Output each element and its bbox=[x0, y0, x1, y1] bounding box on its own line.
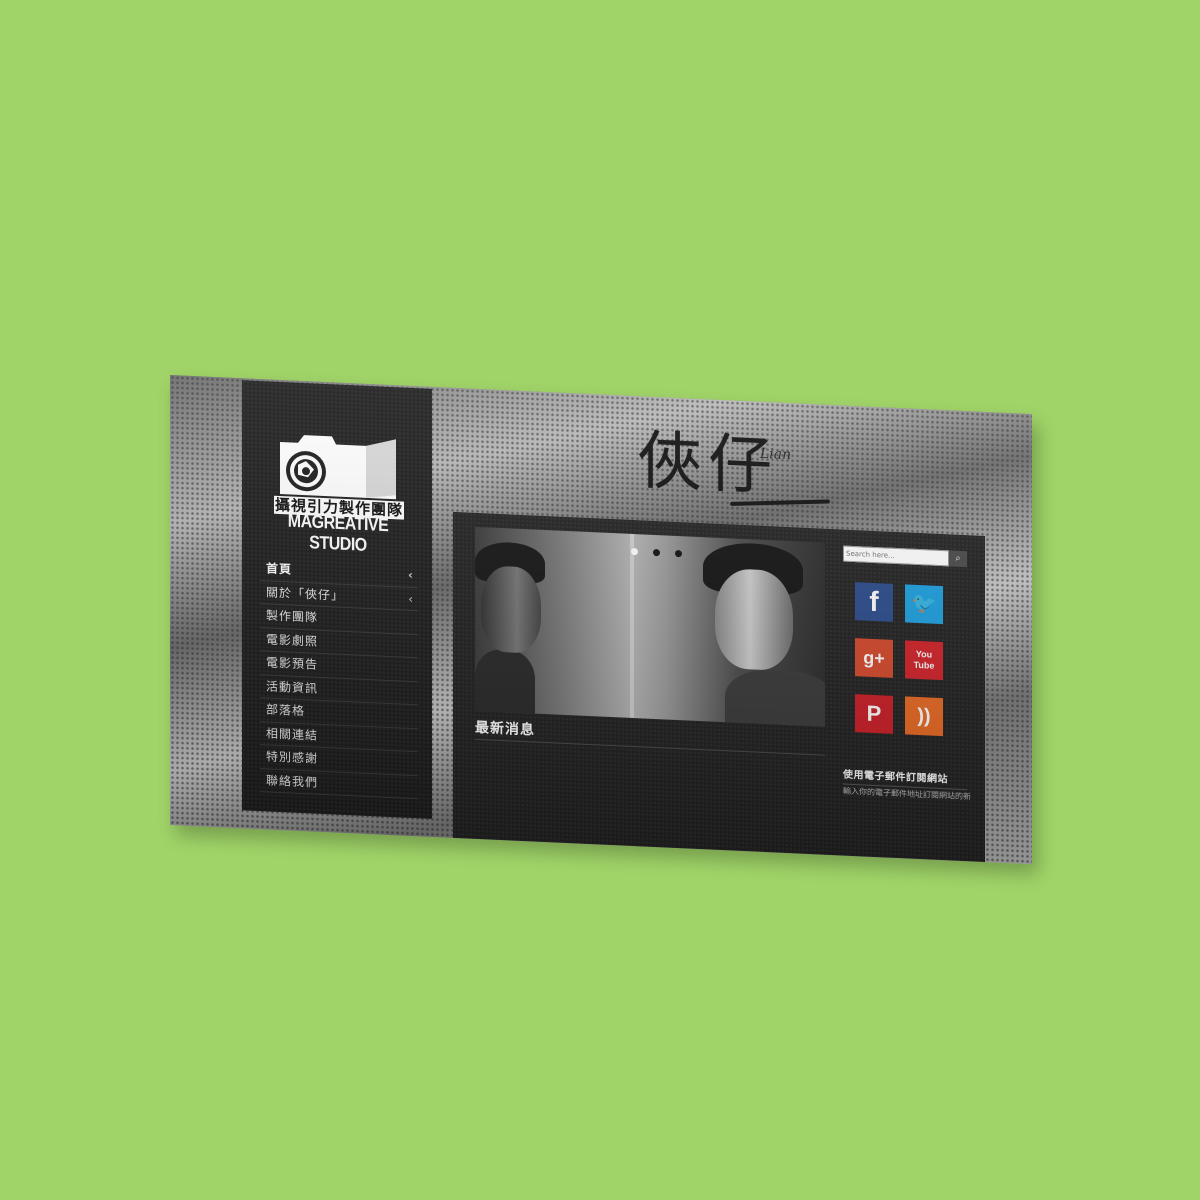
google-plus-icon[interactable]: g+ bbox=[855, 638, 893, 678]
slide-figure-reflection-face bbox=[481, 565, 541, 654]
nav-item-label: 首頁 bbox=[266, 561, 293, 577]
slider-dot[interactable] bbox=[653, 548, 660, 557]
twitter-icon[interactable]: 🐦 bbox=[905, 584, 943, 625]
search-icon: ⌕ bbox=[955, 553, 961, 564]
camera-icon bbox=[280, 435, 396, 500]
slide-figure bbox=[725, 668, 825, 727]
film-title-sub: Lian bbox=[760, 445, 792, 464]
chevron-left-icon: ‹ bbox=[408, 591, 414, 606]
slider-dot[interactable] bbox=[675, 549, 682, 558]
nav-item-label: 活動資訊 bbox=[266, 678, 319, 696]
nav-item-label: 相關連結 bbox=[266, 725, 319, 743]
website-screen: 攝視引力製作團隊 MAGREATIVE STUDIO 首頁 ‹ 關於「俠仔」 ‹… bbox=[170, 375, 1032, 865]
mockup-stage: 攝視引力製作團隊 MAGREATIVE STUDIO 首頁 ‹ 關於「俠仔」 ‹… bbox=[0, 0, 1200, 1200]
search-button[interactable]: ⌕ bbox=[949, 550, 967, 568]
slide-figure-face bbox=[715, 567, 793, 672]
youtube-icon[interactable]: You Tube bbox=[905, 640, 943, 681]
slider-dot[interactable] bbox=[631, 547, 638, 556]
film-title: 俠仔 bbox=[638, 424, 778, 505]
main-panel: 最新消息 ⌕ f 🐦 g+ You Tube P )) 使用電子郵件訂閱網站 輸… bbox=[453, 511, 985, 865]
search-input[interactable] bbox=[843, 545, 949, 567]
nav-item-label: 部落格 bbox=[266, 702, 306, 719]
nav-item-label: 電影劇照 bbox=[266, 631, 319, 649]
main-nav: 首頁 ‹ 關於「俠仔」 ‹ 製作團隊 電影劇照 電影預告 活動資訊 部落格 相關… bbox=[260, 557, 418, 800]
slide-mirror-edge bbox=[630, 533, 634, 719]
nav-item-label: 特別感謝 bbox=[266, 749, 319, 766]
slide-figure-reflection bbox=[475, 648, 535, 722]
slider-dots bbox=[631, 540, 697, 562]
search-form: ⌕ bbox=[843, 545, 967, 568]
nav-item-label: 聯絡我們 bbox=[266, 772, 319, 790]
social-links: f 🐦 g+ You Tube P )) bbox=[855, 582, 955, 737]
nav-item-label: 電影預告 bbox=[266, 655, 319, 672]
nav-item-label: 製作團隊 bbox=[266, 608, 319, 625]
studio-logo[interactable]: 攝視引力製作團隊 MAGREATIVE STUDIO bbox=[270, 428, 406, 555]
facebook-icon[interactable]: f bbox=[855, 582, 893, 622]
nav-item-label: 關於「俠仔」 bbox=[266, 584, 345, 603]
hero-slider[interactable] bbox=[475, 526, 825, 727]
rss-icon[interactable]: )) bbox=[905, 696, 943, 737]
chevron-left-icon: ‹ bbox=[408, 567, 414, 583]
logo-name-en: MAGREATIVE STUDIO bbox=[287, 511, 389, 556]
pinterest-icon[interactable]: P bbox=[855, 694, 893, 734]
sidebar: 攝視引力製作團隊 MAGREATIVE STUDIO 首頁 ‹ 關於「俠仔」 ‹… bbox=[242, 380, 432, 819]
